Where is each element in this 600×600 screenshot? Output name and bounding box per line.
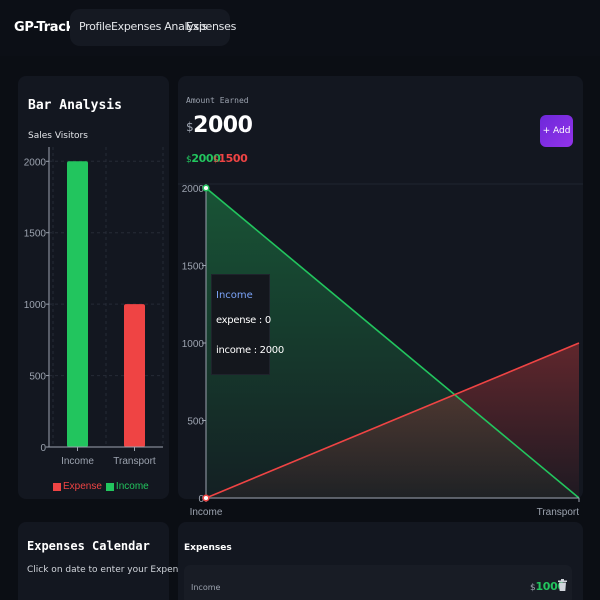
area-y-tick-label: 500 xyxy=(187,417,204,428)
calendar-title: Expenses Calendar xyxy=(27,539,150,553)
trash-icon[interactable] xyxy=(558,579,567,591)
tooltip-income-line: income : 2000 xyxy=(216,345,284,356)
area-x-tick-label: Income xyxy=(190,507,223,518)
expense-row[interactable]: Income $1000 xyxy=(184,565,572,600)
area-y-tick-label: 1000 xyxy=(182,339,205,350)
area-y-tick-label: 1500 xyxy=(182,262,205,273)
area-chart: 0500100015002000Income Transport xyxy=(178,183,583,518)
area-active-dot-income xyxy=(202,184,210,192)
area-active-dot-expense xyxy=(202,494,210,502)
calendar-subtitle: Click on date to enter your Expense xyxy=(27,565,189,575)
tooltip-title: Income xyxy=(216,290,253,301)
expenses-calendar-card xyxy=(18,522,169,600)
expense-category: Income xyxy=(191,583,221,592)
chart-tooltip: Income expense : 0 income : 2000 xyxy=(211,274,284,375)
area-x-tick-label: Transport xyxy=(537,507,580,518)
area-y-tick-label: 2000 xyxy=(182,184,205,195)
tooltip-expense-line: expense : 0 xyxy=(216,315,271,326)
expenses-title: Expenses xyxy=(184,543,232,553)
